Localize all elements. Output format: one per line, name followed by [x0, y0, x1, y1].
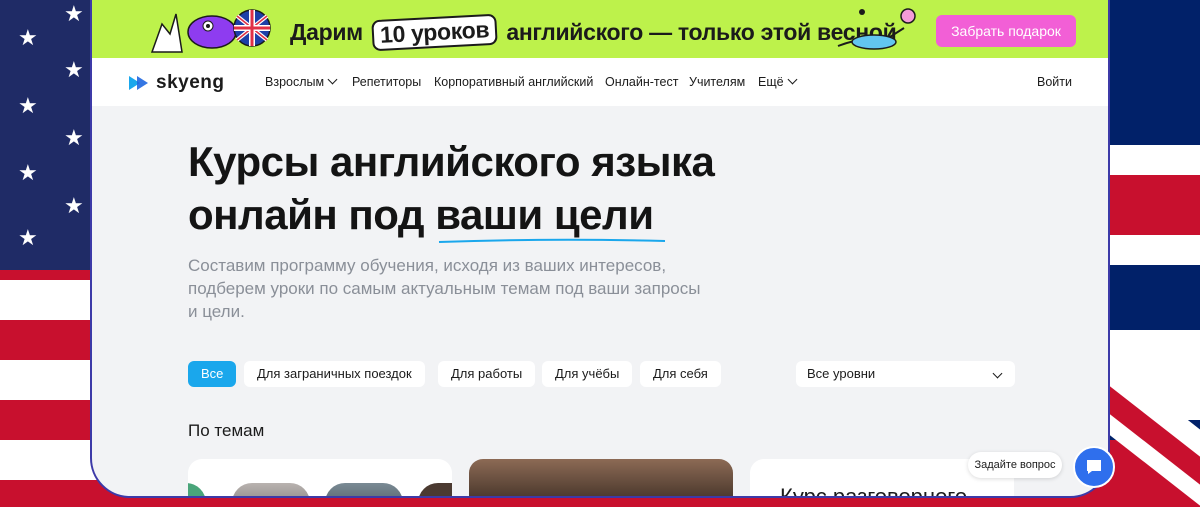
star-icon: ★ [18, 94, 38, 119]
promo-highlight: 10 уроков [371, 13, 498, 52]
filter-chip-work[interactable]: Для работы [438, 361, 536, 387]
level-select[interactable]: Все уровни [796, 361, 1015, 387]
chevron-down-icon [787, 74, 798, 85]
promo-character-icon [837, 8, 916, 50]
star-icon: ★ [64, 126, 84, 151]
chevron-down-icon [327, 74, 338, 85]
topic-card-photo[interactable] [469, 459, 733, 496]
filter-chip-travel[interactable]: Для заграничных поездок [244, 361, 425, 387]
card-title: Курс разговорного [780, 484, 968, 498]
page-title: Курсы английского языка онлайн под ваши … [188, 135, 888, 243]
star-icon: ★ [64, 2, 84, 27]
level-select-value: Все уровни [807, 366, 876, 381]
filter-chip-self[interactable]: Для себя [640, 361, 721, 387]
nav-item-teachers[interactable]: Учителям [689, 75, 745, 89]
star-icon: ★ [18, 26, 38, 51]
filter-chip-all[interactable]: Все [188, 361, 237, 387]
promo-banner[interactable]: Дарим 10 уроков английского — только это… [92, 0, 1108, 58]
nav-item-label: Взрослым [265, 75, 325, 89]
claim-gift-button[interactable]: Забрать подарок [936, 15, 1076, 47]
title-highlight-text: ваши цели [435, 191, 654, 238]
topic-thumbnail [232, 483, 310, 496]
topic-thumbnail [325, 483, 403, 496]
chat-icon [1087, 460, 1101, 474]
star-icon: ★ [64, 58, 84, 83]
star-icon: ★ [64, 194, 84, 219]
title-line-2: онлайн под ваши цели [188, 188, 888, 243]
logo-text: skyeng [156, 72, 225, 93]
nav-item-label: Ещё [758, 75, 784, 89]
ask-question-tooltip[interactable]: Задайте вопрос [968, 452, 1062, 478]
nav-item-online-test[interactable]: Онлайн-тест [605, 75, 678, 89]
login-link[interactable]: Войти [1037, 75, 1072, 89]
star-icon: ★ [18, 226, 38, 251]
section-title: По темам [188, 421, 265, 440]
logo[interactable]: skyeng [128, 72, 224, 94]
topic-thumbnail [188, 483, 206, 496]
topic-card[interactable] [188, 459, 452, 496]
page-window: Дарим 10 уроков английского — только это… [90, 0, 1110, 498]
page-subtitle: Составим программу обучения, исходя из в… [188, 256, 701, 321]
title-line-1: Курсы английского языка [188, 138, 715, 185]
top-navigation: skyeng Взрослым Репетиторы Корпоративный… [92, 58, 1108, 106]
promo-illustration-icon [150, 9, 271, 53]
underline-decoration-icon [439, 238, 666, 243]
promo-text: Дарим 10 уроков английского — только это… [290, 13, 897, 52]
topic-thumbnail [418, 483, 452, 496]
title-highlight: ваши цели [435, 188, 666, 243]
nav-item-corporate[interactable]: Корпоративный английский [434, 75, 593, 89]
chevron-down-icon [992, 368, 1003, 379]
promo-text-start: Дарим [290, 19, 363, 45]
filter-chip-study[interactable]: Для учёбы [542, 361, 633, 387]
chat-button[interactable] [1073, 446, 1115, 488]
star-icon: ★ [18, 161, 38, 186]
title-plain: онлайн под [188, 191, 436, 238]
nav-item-tutors[interactable]: Репетиторы [352, 75, 421, 89]
nav-item-adults[interactable]: Взрослым [265, 74, 338, 89]
nav-item-more[interactable]: Ещё [758, 74, 798, 89]
skyeng-logo-icon [129, 76, 148, 90]
